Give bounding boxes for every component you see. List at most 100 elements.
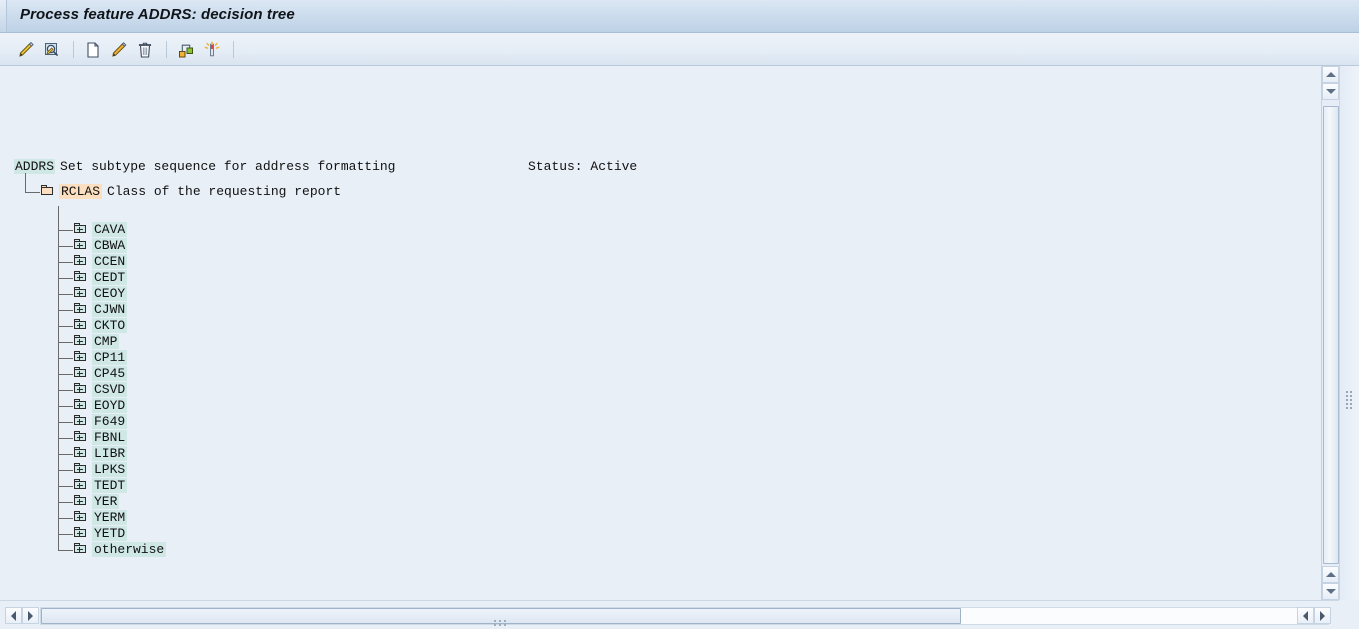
tree-node-label[interactable]: CSVD [92,382,128,397]
tree-node-value[interactable]: YETD [74,526,128,542]
tree-node-label[interactable]: LPKS [92,462,128,477]
folder-closed-plus-icon[interactable] [74,431,87,442]
folder-closed-plus-icon[interactable] [74,463,87,474]
tree-node-value[interactable]: CBWA [74,238,128,254]
delete-icon[interactable] [133,38,157,62]
tree-node-value[interactable]: FBNL [74,430,128,446]
tree-node-value[interactable]: CCEN [74,254,128,270]
change-icon[interactable] [107,38,131,62]
tree-node-label[interactable]: TEDT [92,478,128,493]
tree-node-value[interactable]: YERM [74,510,128,526]
vertical-scrollbar-thumb[interactable] [1323,106,1339,564]
folder-closed-plus-icon[interactable] [74,287,87,298]
tree-node-label[interactable]: CP11 [92,350,128,365]
folder-closed-plus-icon[interactable] [74,303,87,314]
horizontal-scrollbar-thumb[interactable] [41,608,961,626]
tree-node-value[interactable]: TEDT [74,478,128,494]
tree-node-value[interactable]: CEOY [74,286,128,302]
status-text: Status: Active [528,159,638,174]
folder-closed-plus-icon[interactable] [74,255,87,266]
folder-closed-plus-icon[interactable] [74,543,87,554]
folder-closed-plus-icon[interactable] [74,335,87,346]
tree-node-value[interactable]: CAVA [74,222,128,238]
tree-node-label[interactable]: otherwise [92,542,167,557]
tree-node-label[interactable]: CP45 [92,366,128,381]
tree-node-label[interactable]: YETD [92,526,128,541]
folder-closed-plus-icon[interactable] [74,447,87,458]
tree-node-label[interactable]: CAVA [92,222,128,237]
folder-closed-plus-icon[interactable] [74,479,87,490]
tree-node-label[interactable]: CBWA [92,238,128,253]
folder-closed-plus-icon[interactable] [74,527,87,538]
folder-closed-plus-icon[interactable] [74,223,87,234]
folder-closed-plus-icon[interactable] [74,399,87,410]
tree-node-label[interactable]: CMP [92,334,120,349]
chevron-down-icon [1325,89,1336,94]
tree-root-row[interactable]: ADDRS Set subtype sequence for address fo… [14,159,395,174]
scroll-right-button-left[interactable] [22,607,39,624]
tree-node-field[interactable]: RCLAS Class of the requesting report [41,184,341,200]
horizontal-scrollbar[interactable] [0,600,1359,629]
tree-node-label[interactable]: CEOY [92,286,128,301]
tree-connector [58,326,73,327]
sap-window: Process feature ADDRS: decision tree ADD… [0,0,1359,629]
folder-closed-plus-icon[interactable] [74,239,87,250]
field-code[interactable]: RCLAS [59,184,103,199]
tree-connector [58,390,73,391]
tree-node-label[interactable]: EOYD [92,398,128,413]
folder-closed-plus-icon[interactable] [74,511,87,522]
tree-node-label[interactable]: CJWN [92,302,128,317]
tree-node-value[interactable]: CSVD [74,382,128,398]
tree-node-label[interactable]: FBNL [92,430,128,445]
tree-node-value[interactable]: F649 [74,414,128,430]
tree-node-label[interactable]: YER [92,494,120,509]
folder-closed-plus-icon[interactable] [74,271,87,282]
create-icon[interactable] [81,38,105,62]
folder-closed-plus-icon[interactable] [74,495,87,506]
tree-node-label[interactable]: YERM [92,510,128,525]
tree-node-label[interactable]: LIBR [92,446,128,461]
scroll-down-button[interactable] [1322,583,1339,600]
tree-node-label[interactable]: F649 [92,414,128,429]
panel-splitter[interactable] [1339,66,1359,600]
tree-connector [58,374,73,375]
tree-node-value[interactable]: CJWN [74,302,128,318]
tree-node-value[interactable]: CP11 [74,350,128,366]
tree-node-value[interactable]: CEDT [74,270,128,286]
display-change-icon[interactable] [14,38,38,62]
folder-closed-plus-icon[interactable] [74,319,87,330]
tree-connector [58,486,73,487]
tree-node-value[interactable]: YER [74,494,120,510]
vertical-scrollbar[interactable] [1321,66,1339,600]
tree-connector [58,294,73,295]
tree-node-label[interactable]: CEDT [92,270,128,285]
tree-node-value[interactable]: EOYD [74,398,128,414]
scroll-down-button-top[interactable] [1322,83,1339,100]
scroll-left-button-right[interactable] [1297,607,1314,624]
magnifier-edit-icon[interactable] [40,38,64,62]
tree-node-value[interactable]: CMP [74,334,120,350]
folder-closed-plus-icon[interactable] [74,415,87,426]
tree-connector [58,454,73,455]
tree-node-label[interactable]: CKTO [92,318,128,333]
folder-closed-plus-icon[interactable] [74,351,87,362]
scroll-up-button[interactable] [1322,66,1339,83]
tree-node-value[interactable]: LPKS [74,462,128,478]
folder-closed-plus-icon[interactable] [74,367,87,378]
folder-closed-plus-icon[interactable] [74,383,87,394]
scroll-left-button[interactable] [5,607,22,624]
splitter-grip[interactable] [1346,391,1354,411]
toolbar-separator [73,41,74,58]
tree-node-label[interactable]: CCEN [92,254,128,269]
tree-node-value[interactable]: CP45 [74,366,128,382]
structure-icon[interactable] [174,38,198,62]
scroll-up-button-bottom[interactable] [1322,566,1339,583]
tree-node-value[interactable]: CKTO [74,318,128,334]
tree-node-value[interactable]: LIBR [74,446,128,462]
generate-icon[interactable] [200,38,224,62]
scroll-right-button[interactable] [1314,607,1331,624]
root-code[interactable]: ADDRS [14,159,56,174]
tree-connector [58,310,73,311]
tree-node-value[interactable]: otherwise [74,542,167,558]
chevron-right-icon [1320,610,1325,621]
